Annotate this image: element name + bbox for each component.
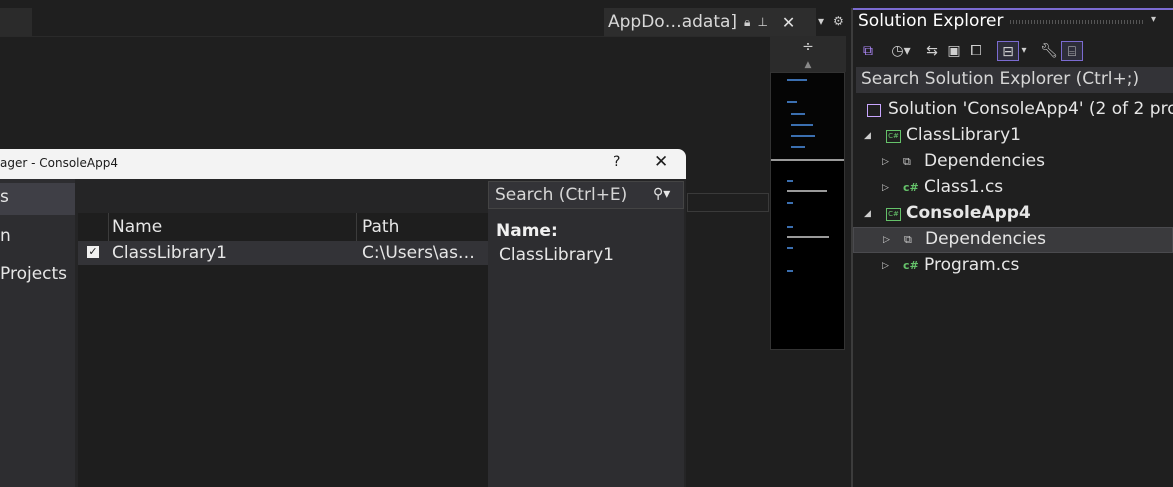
table-row[interactable]: ✓ ClassLibrary1 C:\Users\as… <box>78 241 488 265</box>
minimap-line <box>787 236 829 238</box>
project-icon: C# <box>886 130 901 143</box>
collapse-arrow-icon[interactable]: ◢ <box>864 131 871 141</box>
filter-icon[interactable]: ⊟ <box>997 41 1019 61</box>
preview-icon[interactable]: ⌸ <box>1061 41 1083 61</box>
expand-arrow-icon[interactable]: ▷ <box>883 235 890 245</box>
minimap-line <box>787 79 807 81</box>
solution-explorer-title: Solution Explorer <box>858 11 1004 31</box>
minimap-viewport[interactable] <box>771 73 844 161</box>
collapse-icon[interactable]: ▣ <box>945 41 963 61</box>
dependencies-icon: ⧉ <box>903 155 911 168</box>
tree-item-label: Solution 'ConsoleApp4' (2 of 2 pro <box>888 99 1173 119</box>
pin-icon[interactable]: ⊥ <box>757 15 767 29</box>
panel-active-indicator <box>853 8 1173 10</box>
code-minimap[interactable] <box>770 72 845 350</box>
row-path: C:\Users\as… <box>362 243 475 263</box>
expand-arrow-icon[interactable]: ▷ <box>882 183 889 193</box>
tree-item-class1[interactable]: ▷ c# Class1.cs <box>853 175 1173 201</box>
minimap-line <box>787 190 827 192</box>
dialog-search-placeholder: Search (Ctrl+E) <box>495 185 628 205</box>
minimap-line <box>787 247 793 249</box>
close-tab-button[interactable]: ✕ <box>782 13 795 32</box>
minimap-line <box>791 135 815 137</box>
filter-dropdown-icon[interactable]: ▾ <box>1019 41 1029 61</box>
search-icon[interactable]: ⚲▾ <box>653 186 670 202</box>
minimap-line <box>787 101 797 103</box>
lock-icon: 🔒︎ <box>744 14 751 29</box>
dependencies-icon: ⧉ <box>904 233 912 246</box>
tree-item-solution[interactable]: Solution 'ConsoleApp4' (2 of 2 pro <box>853 97 1173 123</box>
column-header-path[interactable]: Path <box>362 217 399 237</box>
dialog-title: ager - ConsoleApp4 <box>0 156 118 170</box>
project-icon: C# <box>886 208 901 221</box>
tree-item-dependencies-selected[interactable]: ▷ ⧉ Dependencies <box>853 227 1173 253</box>
tree-item-label: ConsoleApp4 <box>906 203 1031 223</box>
solution-icon <box>867 104 881 117</box>
table-header: Name Path <box>78 213 488 242</box>
sidebar-item-0[interactable]: s <box>0 187 9 207</box>
row-name: ClassLibrary1 <box>112 243 227 263</box>
editor-divider <box>0 36 770 37</box>
scroll-up-icon[interactable]: ▲ <box>770 58 846 72</box>
minimap-line <box>791 146 805 148</box>
editor-current-line <box>687 193 769 212</box>
tree-item-label: ClassLibrary1 <box>906 125 1021 145</box>
dialog-search-box[interactable]: Search (Ctrl+E) ⚲▾ <box>488 181 684 209</box>
expand-arrow-icon[interactable]: ▷ <box>882 157 889 167</box>
solution-search-box[interactable]: Search Solution Explorer (Ctrl+;) <box>856 67 1173 93</box>
dialog-title-bar[interactable]: ager - ConsoleApp4 ? ✕ <box>0 149 686 179</box>
tab-list-dropdown-icon[interactable]: ▾ <box>818 14 824 28</box>
sync-icon[interactable]: ⇆ <box>923 41 941 61</box>
tree-item-dependencies[interactable]: ▷ ⧉ Dependencies <box>853 149 1173 175</box>
tree-item-program[interactable]: ▷ c# Program.cs <box>853 253 1173 279</box>
minimap-line <box>787 270 793 272</box>
sidebar-item-projects[interactable]: Projects <box>0 264 67 284</box>
dialog-close-button[interactable]: ✕ <box>654 152 668 172</box>
split-editor-icon[interactable]: ÷ <box>770 36 846 58</box>
solution-search-placeholder: Search Solution Explorer (Ctrl+;) <box>861 69 1140 89</box>
tree-item-label: Program.cs <box>924 255 1020 275</box>
tree-item-label: Dependencies <box>924 151 1045 171</box>
minimap-line <box>787 180 793 182</box>
document-tab[interactable]: AppDo…adata] 🔒︎ ⊥ ✕ <box>604 8 816 36</box>
column-header-name[interactable]: Name <box>112 217 162 237</box>
sidebar-item-1[interactable]: n <box>0 226 11 246</box>
copy-icon[interactable]: ⧠ <box>967 41 985 61</box>
csharp-file-icon: c# <box>903 259 919 272</box>
tree-item-consoleapp4[interactable]: ◢ C# ConsoleApp4 <box>853 201 1173 227</box>
sidebar-selection <box>0 183 75 215</box>
panel-menu-icon[interactable]: ▾ <box>1151 14 1156 25</box>
minimap-line <box>787 202 793 204</box>
wrench-icon[interactable]: 🔧︎ <box>1040 41 1058 61</box>
editor-tab-left[interactable] <box>0 8 32 36</box>
panel-grip[interactable] <box>1010 20 1143 24</box>
row-checkbox[interactable]: ✓ <box>87 246 99 258</box>
minimap-line <box>791 124 813 126</box>
collapse-arrow-icon[interactable]: ◢ <box>864 209 871 219</box>
details-name-label: Name: <box>496 221 558 241</box>
help-button[interactable]: ? <box>613 154 620 170</box>
csharp-file-icon: c# <box>903 181 919 194</box>
tree-item-label: Dependencies <box>925 229 1046 249</box>
details-pane: Name: ClassLibrary1 <box>488 209 684 487</box>
tree-item-classlibrary1[interactable]: ◢ C# ClassLibrary1 <box>853 123 1173 149</box>
gear-icon[interactable]: ⚙ <box>833 14 844 28</box>
dialog-sidebar: s n Projects <box>0 179 75 487</box>
details-name-value: ClassLibrary1 <box>499 245 614 265</box>
minimap-line <box>787 226 793 228</box>
column-separator[interactable] <box>356 213 357 241</box>
tree-item-label: Class1.cs <box>924 177 1004 197</box>
document-tab-title: AppDo…adata] <box>608 12 738 32</box>
column-separator[interactable] <box>108 213 109 241</box>
vs-icon[interactable]: ⧉ <box>858 41 878 61</box>
history-icon[interactable]: ◷▾ <box>888 41 914 61</box>
expand-arrow-icon[interactable]: ▷ <box>882 261 889 271</box>
minimap-line <box>791 113 805 115</box>
